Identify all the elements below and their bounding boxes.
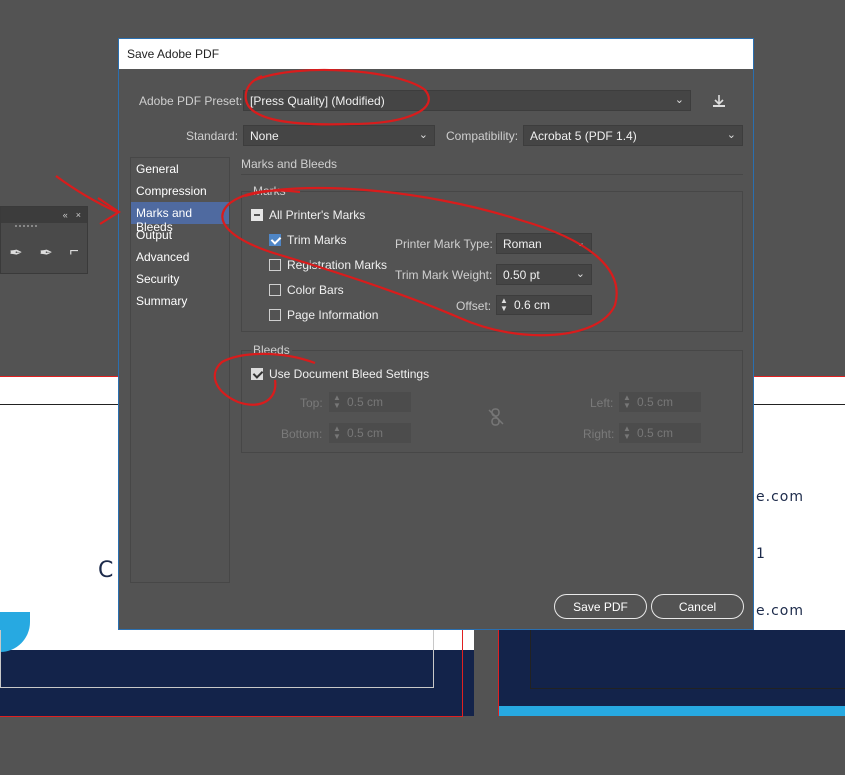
card-text: e.com	[756, 603, 804, 619]
offset-label: Offset:	[456, 299, 492, 313]
page-information-checkbox[interactable]: Page Information	[269, 308, 378, 322]
compat-label: Compatibility:	[446, 129, 519, 143]
chevron-down-icon: ⌄	[575, 237, 585, 249]
nav-item-compression[interactable]: Compression	[131, 180, 229, 202]
navy-band-right	[498, 630, 845, 706]
trim-line	[754, 404, 845, 405]
standard-label: Standard:	[186, 129, 239, 143]
nav-item-advanced[interactable]: Advanced	[131, 246, 229, 268]
card-text: 1	[756, 546, 766, 562]
use-document-bleed-label: Use Document Bleed Settings	[269, 367, 430, 381]
grip-icon[interactable]	[15, 225, 37, 229]
bleed-right-field[interactable]: ▲ ▼ 0.5 cm	[619, 423, 701, 443]
divider	[241, 174, 743, 175]
bleed-top-value: 0.5 cm	[347, 395, 384, 409]
checkbox-icon	[269, 309, 281, 321]
bleed-bottom-field[interactable]: ▲ ▼ 0.5 cm	[329, 423, 411, 443]
card-text: C	[98, 558, 115, 583]
nav-item-general[interactable]: General	[131, 158, 229, 180]
close-icon[interactable]: ×	[76, 210, 81, 220]
preset-value: [Press Quality] (Modified)	[250, 94, 385, 108]
printer-mark-type-label: Printer Mark Type:	[395, 237, 493, 251]
pen-add-icon[interactable]: ✒	[9, 243, 22, 263]
chevron-down-icon: ⌄	[575, 268, 585, 280]
bleed-right-value: 0.5 cm	[637, 426, 674, 440]
stepper-icon: ▲ ▼	[333, 393, 341, 410]
category-list: General Compression Marks and Bleeds Out…	[130, 157, 230, 583]
bleed-bottom-label: Bottom:	[281, 427, 323, 441]
checkbox-checked-icon	[251, 368, 263, 380]
trim-line	[0, 404, 118, 405]
card-text: e.com	[756, 489, 804, 505]
use-document-bleed-checkbox[interactable]: Use Document Bleed Settings	[251, 367, 429, 381]
stepper-icon[interactable]: ▲ ▼	[497, 297, 511, 313]
registration-marks-label: Registration Marks	[287, 258, 388, 272]
bleed-line	[498, 630, 499, 716]
section-title: Marks and Bleeds	[241, 157, 338, 171]
bleed-left-label: Left:	[590, 396, 614, 410]
save-pdf-dialog: Save Adobe PDF Adobe PDF Preset: [Press …	[118, 38, 754, 630]
bleed-top-label: Top:	[300, 396, 323, 410]
checkbox-mixed-icon	[251, 209, 263, 221]
bleed-left-field[interactable]: ▲ ▼ 0.5 cm	[619, 392, 701, 412]
chevron-down-icon: ⌄	[418, 129, 428, 141]
page-information-label: Page Information	[287, 308, 379, 322]
bleeds-group-label: Bleeds	[251, 343, 292, 357]
trim-mark-weight-label: Trim Mark Weight:	[395, 268, 493, 282]
nav-item-marks-and-bleeds[interactable]: Marks and Bleeds	[131, 202, 229, 234]
bleed-line	[0, 716, 463, 717]
offset-value: 0.6 cm	[514, 298, 551, 312]
inner-frame-right-bottom	[530, 688, 845, 689]
preset-select[interactable]: [Press Quality] (Modified) ⌄	[243, 90, 691, 111]
cyan-band	[498, 706, 845, 716]
bleed-line	[462, 630, 463, 716]
bleed-bottom-value: 0.5 cm	[347, 426, 384, 440]
pen-delete-icon[interactable]: ✒	[39, 243, 52, 263]
chevron-down-icon: ⌄	[674, 94, 684, 106]
registration-marks-checkbox[interactable]: Registration Marks	[269, 258, 387, 272]
inner-frame-left	[0, 630, 434, 688]
chevron-down-icon: ⌄	[726, 129, 736, 141]
dialog-title: Save Adobe PDF	[119, 39, 753, 69]
bleed-left-value: 0.5 cm	[637, 395, 674, 409]
stepper-icon: ▲ ▼	[623, 424, 631, 441]
tool-row: ✒ ✒ ⌐	[1, 243, 87, 263]
bleed-top-field[interactable]: ▲ ▼ 0.5 cm	[329, 392, 411, 412]
nav-item-output[interactable]: Output	[131, 224, 229, 246]
offset-field[interactable]: ▲ ▼ 0.6 cm	[496, 295, 592, 315]
nav-item-summary[interactable]: Summary	[131, 290, 229, 312]
printer-mark-type-value: Roman	[503, 237, 542, 251]
stepper-icon: ▲ ▼	[333, 424, 341, 441]
inner-frame-right	[530, 630, 531, 688]
save-preset-icon[interactable]	[711, 93, 727, 109]
checkbox-icon	[269, 284, 281, 296]
nav-item-security[interactable]: Security	[131, 268, 229, 290]
standard-select[interactable]: None ⌄	[243, 125, 435, 146]
compat-value: Acrobat 5 (PDF 1.4)	[530, 129, 637, 143]
cancel-button[interactable]: Cancel	[651, 594, 744, 619]
trim-mark-weight-value: 0.50 pt	[503, 268, 540, 282]
marks-group-label: Marks	[251, 184, 288, 198]
checkbox-icon	[269, 259, 281, 271]
anchor-point-icon[interactable]: ⌐	[69, 243, 78, 263]
color-bars-checkbox[interactable]: Color Bars	[269, 283, 344, 297]
checkbox-checked-icon	[269, 234, 281, 246]
preset-label: Adobe PDF Preset:	[139, 94, 243, 108]
color-bars-label: Color Bars	[287, 283, 344, 297]
bleed-right-label: Right:	[583, 427, 615, 441]
trim-marks-label: Trim Marks	[287, 233, 347, 247]
trim-marks-checkbox[interactable]: Trim Marks	[269, 233, 347, 247]
panel-header: « ×	[1, 207, 87, 223]
all-printers-marks-checkbox[interactable]: All Printer's Marks	[251, 208, 365, 222]
trim-mark-weight-select[interactable]: 0.50 pt ⌄	[496, 264, 592, 285]
unlink-icon[interactable]	[488, 408, 504, 426]
save-pdf-button[interactable]: Save PDF	[554, 594, 647, 619]
floating-tool-panel: « × ✒ ✒ ⌐	[0, 206, 88, 274]
printer-mark-type-select[interactable]: Roman ⌄	[496, 233, 592, 254]
compat-select[interactable]: Acrobat 5 (PDF 1.4) ⌄	[523, 125, 743, 146]
all-printers-marks-label: All Printer's Marks	[269, 208, 366, 222]
standard-value: None	[250, 129, 279, 143]
collapse-icon[interactable]: «	[63, 210, 68, 220]
stepper-icon: ▲ ▼	[623, 393, 631, 410]
